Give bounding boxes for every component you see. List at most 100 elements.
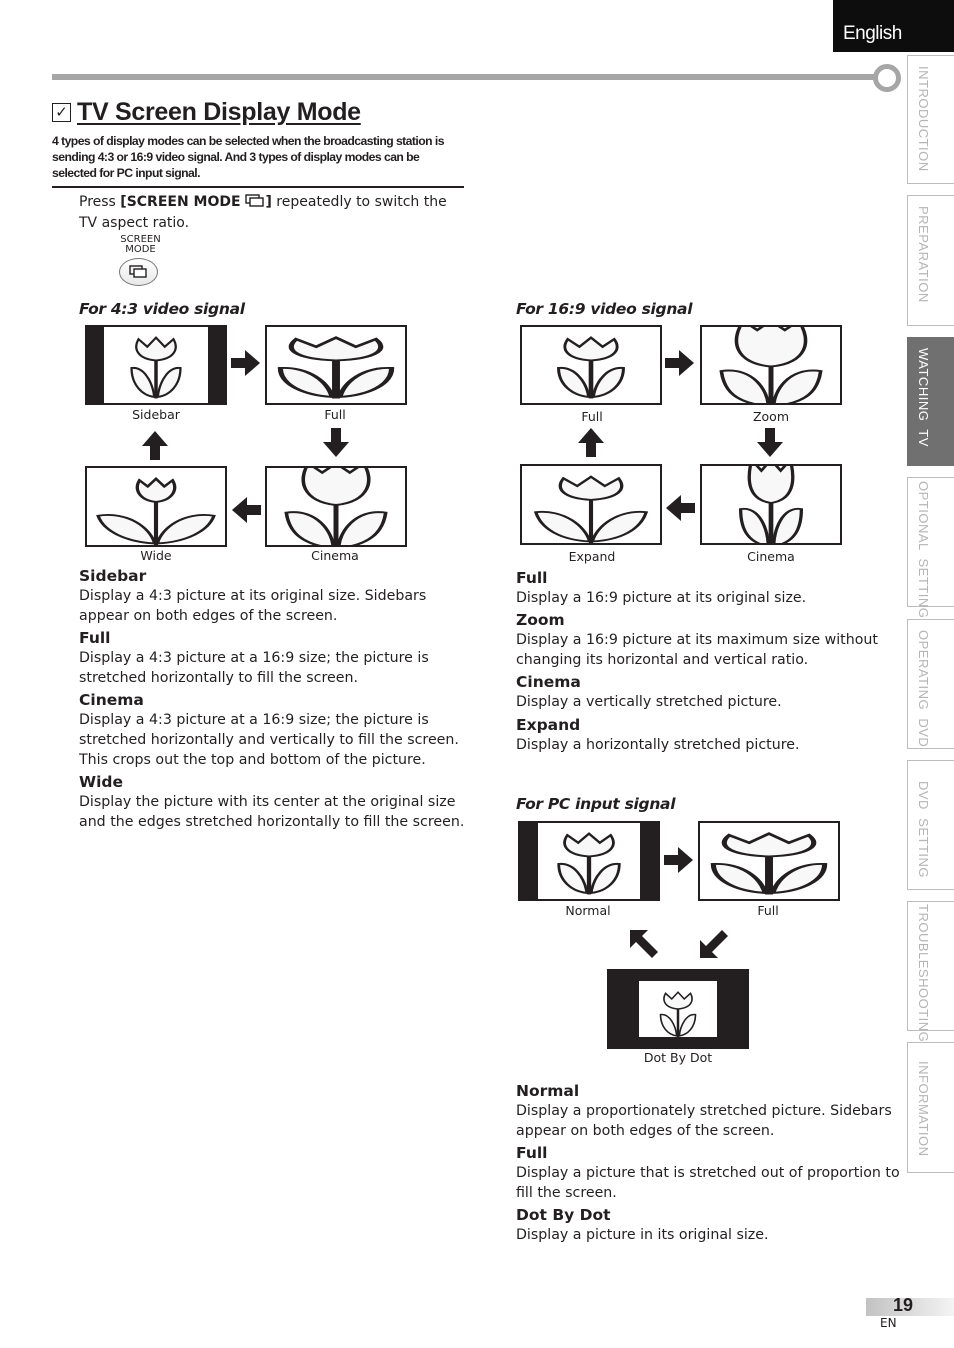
tulip-icon	[96, 476, 216, 545]
arrow-down-icon	[323, 428, 349, 457]
side-tab-dvd-setting[interactable]: DVD SETTING	[907, 760, 954, 890]
side-tab-label: OPTIONAL SETTING	[916, 481, 931, 619]
tulip-icon	[522, 327, 660, 403]
arrow-up-left-icon	[630, 930, 658, 958]
screen-illustration-full-pc	[698, 821, 840, 901]
header-rule-circle	[873, 64, 901, 92]
mode-description: Display a picture that is stretched out …	[516, 1165, 900, 1201]
caption-dot-by-dot: Dot By Dot	[643, 1050, 713, 1065]
screen-illustration-wide	[85, 466, 227, 547]
screen-illustration-normal	[518, 821, 660, 901]
side-tab-troubleshooting[interactable]: TROUBLESHOOTING	[907, 901, 954, 1042]
caption-cinema-43: Cinema	[311, 548, 359, 563]
intro-divider	[52, 186, 464, 188]
mode-description: Display a 4:3 picture at its original si…	[79, 588, 427, 624]
mode-name: Cinema	[516, 673, 581, 691]
caption-zoom: Zoom	[752, 409, 790, 424]
mode-name: Full	[79, 629, 111, 647]
section-heading-169: For 16:9 video signal	[516, 300, 693, 318]
caption-wide: Wide	[140, 548, 172, 563]
mode-description: Display a picture in its original size.	[516, 1227, 769, 1243]
arrow-up-icon	[578, 428, 604, 457]
screen-illustration-cinema-169	[700, 464, 842, 545]
mode-name: Wide	[79, 773, 124, 791]
tulip-icon	[267, 327, 405, 403]
arrow-right-icon	[231, 350, 260, 376]
side-tab-label: DVD SETTING	[916, 781, 931, 879]
arrow-right-icon	[664, 847, 693, 873]
mode-name: Cinema	[79, 691, 144, 709]
header-rule	[52, 74, 878, 80]
section-heading-pc: For PC input signal	[516, 795, 676, 813]
mode-name: Dot By Dot	[516, 1206, 611, 1224]
mode-descriptions-pc: Normal Display a proportionately stretch…	[516, 1081, 901, 1245]
mode-name: Full	[516, 1144, 548, 1162]
tulip-icon	[738, 466, 804, 543]
mode-description: Display a 16:9 picture at its maximum si…	[516, 632, 878, 668]
side-tab-operating-dvd[interactable]: OPERATING DVD	[907, 619, 954, 749]
instruction-button-name: [SCREEN MODE	[120, 194, 246, 210]
arrow-left-icon	[666, 495, 695, 521]
mode-description: Display a 4:3 picture at a 16:9 size; th…	[79, 712, 459, 768]
screen-mode-icon	[245, 194, 265, 207]
side-tab-label: TROUBLESHOOTING	[916, 904, 931, 1043]
mode-description: Display a vertically stretched picture.	[516, 694, 782, 710]
tulip-icon	[284, 468, 388, 545]
side-tab-introduction[interactable]: INTRODUCTION	[907, 55, 954, 184]
tulip-icon	[700, 823, 838, 899]
side-tab-label: INTRODUCTION	[916, 66, 931, 172]
mode-name: Full	[516, 569, 548, 587]
mode-name: Normal	[516, 1082, 580, 1100]
screen-illustration-full-43	[265, 325, 407, 405]
screen-illustration-sidebar	[85, 325, 227, 405]
instruction-text: Press [SCREEN MODE ] repeatedly to switc…	[79, 192, 469, 234]
page-locale: EN	[880, 1316, 897, 1330]
screen-illustration-full-169	[520, 325, 662, 405]
caption-normal: Normal	[565, 903, 611, 918]
side-tab-watching-tv[interactable]: WATCHING TV	[907, 337, 954, 466]
mode-description: Display a 4:3 picture at a 16:9 size; th…	[79, 650, 429, 686]
mode-name: Expand	[516, 716, 581, 734]
intro-text: 4 types of display modes can be selected…	[52, 134, 445, 180]
language-label: English	[843, 23, 902, 44]
section-heading-43: For 4:3 video signal	[79, 300, 245, 318]
side-tab-label: PREPARATION	[916, 206, 931, 303]
mode-name: Zoom	[516, 611, 565, 629]
side-tab-preparation[interactable]: PREPARATION	[907, 195, 954, 326]
tulip-icon	[533, 475, 649, 543]
page-number: 19	[893, 1295, 914, 1315]
caption-full-pc: Full	[757, 903, 779, 918]
side-tab-optional-setting[interactable]: OPTIONAL SETTING	[907, 477, 954, 618]
tulip-icon	[659, 990, 697, 1037]
arrow-up-icon	[142, 431, 168, 460]
screen-mode-button-label: SCREEN MODE	[113, 235, 168, 255]
caption-cinema-169: Cinema	[747, 549, 795, 564]
side-tab-information[interactable]: INFORMATION	[907, 1042, 954, 1173]
caption-full-43: Full	[324, 407, 346, 422]
side-tab-label: INFORMATION	[916, 1061, 931, 1157]
tulip-icon	[129, 335, 183, 401]
page-title-text: TV Screen Display Mode	[77, 98, 361, 126]
caption-expand: Expand	[568, 549, 616, 564]
mode-description: Display a horizontally stretched picture…	[516, 737, 800, 753]
mode-name: Sidebar	[79, 567, 147, 585]
checkbox-icon: ✓	[52, 103, 71, 122]
side-tab-label: WATCHING TV	[916, 348, 931, 447]
caption-sidebar: Sidebar	[132, 407, 180, 422]
screen-mode-button	[119, 258, 158, 286]
screen-illustration-cinema-43	[265, 466, 407, 547]
screen-mode-icon	[129, 265, 147, 278]
screen-illustration-zoom	[700, 325, 842, 405]
mode-description: Display a proportionately stretched pict…	[516, 1103, 892, 1139]
mode-descriptions-169: Full Display a 16:9 picture at its origi…	[516, 568, 896, 755]
instruction-prefix: Press	[79, 194, 121, 210]
language-tab: English	[833, 0, 954, 52]
arrow-down-icon	[757, 428, 783, 457]
mode-descriptions-43: Sidebar Display a 4:3 picture at its ori…	[79, 566, 471, 832]
tulip-icon	[538, 823, 640, 899]
page-title: ✓ TV Screen Display Mode	[52, 98, 361, 127]
side-tab-label: OPERATING DVD	[916, 630, 931, 748]
mode-description: Display a 16:9 picture at its original s…	[516, 590, 807, 606]
mode-description: Display the picture with its center at t…	[79, 794, 465, 830]
caption-full-169: Full	[581, 409, 603, 424]
